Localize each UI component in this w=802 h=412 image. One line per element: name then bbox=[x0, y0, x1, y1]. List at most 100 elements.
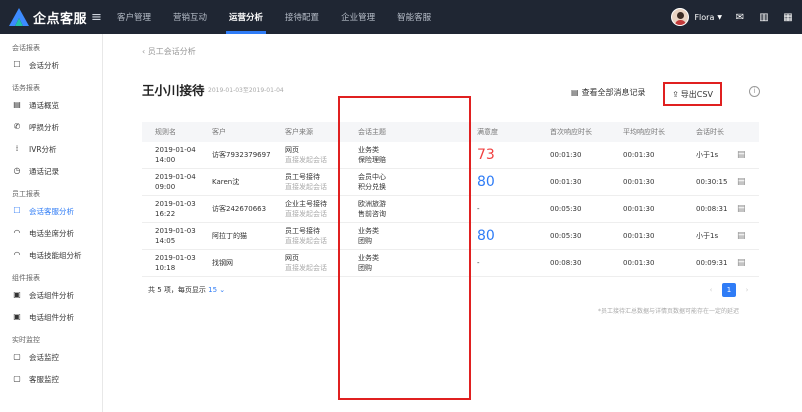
sidebar-item[interactable]: ▢ 会话监控 bbox=[0, 346, 102, 368]
sidebar-item-label: 会话监控 bbox=[29, 352, 59, 362]
export-icon: ⇪ bbox=[672, 89, 679, 99]
chat-detail-icon[interactable]: ▤ bbox=[737, 258, 746, 268]
topic-cell-line2: 团购 bbox=[358, 264, 372, 272]
topic-cell-line1: 欧洲旅游 bbox=[358, 200, 386, 208]
sidebar-item[interactable]: ▣ 会话组件分析 bbox=[0, 284, 102, 306]
first-response-cell: 00:01:30 bbox=[550, 178, 582, 186]
sidebar-item[interactable]: ▢ 客服监控 bbox=[0, 368, 102, 390]
page-number[interactable]: 1 bbox=[722, 283, 736, 297]
sidebar-item[interactable]: ◠ 电话坐席分析 bbox=[0, 222, 102, 244]
customer-cell: 访客7932379697 bbox=[212, 151, 271, 159]
sidebar-group-label: 实时监控 bbox=[12, 336, 40, 344]
sidebar-item-label: 通话记录 bbox=[29, 166, 59, 176]
sidebar-item[interactable]: ▤ 通话概览 bbox=[0, 94, 102, 116]
widget-chat-icon: ▣ bbox=[13, 290, 21, 299]
view-all-messages-button[interactable]: ▤ 查看全部消息记录 bbox=[571, 87, 646, 98]
nav-item-3[interactable]: 运营分析 bbox=[218, 0, 274, 34]
table-row: 2019-01-03 14:05 阿拉丁的猫 员工号接待 直接发起会话 业务类 团购 80 00… bbox=[142, 223, 759, 250]
satisfaction-cell: 80 bbox=[464, 174, 537, 190]
sidebar-item[interactable]: ◷ 通话记录 bbox=[0, 160, 102, 182]
nav-item-4[interactable]: 接待配置 bbox=[274, 0, 330, 34]
grid-icon[interactable]: ▦ bbox=[782, 12, 794, 23]
table-summary: 共 5 项，每页显示 15 ⌄ bbox=[148, 285, 225, 295]
mail-icon[interactable]: ✉ bbox=[734, 12, 746, 23]
time-cell: 2019-01-03 16:22 bbox=[142, 199, 199, 219]
sidebar-item[interactable]: ☐ 会话客服分析 bbox=[0, 200, 102, 222]
page-size-select[interactable]: 15 ⌄ bbox=[208, 286, 225, 294]
customer-cell: Karen沈 bbox=[212, 178, 240, 186]
table-row: 2019-01-04 14:00 访客7932379697 网页 直接发起会话 业务类 保险… bbox=[142, 142, 759, 169]
source-cell-line1: 企业主号接待 bbox=[285, 200, 327, 208]
agent-chat-icon: ☐ bbox=[13, 206, 21, 215]
topic-cell: 会员中心 积分兑换 bbox=[345, 172, 464, 192]
topic-cell-line1: 业务类 bbox=[358, 227, 379, 235]
table-header: 规则名 客户 客户来源 会话主题 满意度 首次响应时长 平均响应时长 会话时长 bbox=[142, 122, 759, 142]
chat-detail-cell: ▤ bbox=[737, 231, 759, 241]
logo-icon bbox=[9, 8, 29, 26]
chat-detail-icon[interactable]: ▤ bbox=[737, 177, 746, 187]
back-icon[interactable]: ‹ bbox=[142, 47, 145, 56]
satisfaction-cell: 80 bbox=[464, 228, 537, 244]
column-header: 客户 bbox=[212, 128, 226, 136]
time-cell-line2: 14:00 bbox=[155, 156, 176, 164]
user-name[interactable]: Flora bbox=[694, 13, 714, 22]
time-cell-line1: 2019-01-04 bbox=[155, 173, 196, 181]
export-csv-button[interactable]: ⇪ 导出CSV bbox=[663, 82, 722, 106]
satisfaction-value: - bbox=[477, 259, 480, 267]
sidebar-item-label: 会话客服分析 bbox=[29, 206, 74, 216]
sidebar-item[interactable]: ▣ 电话组件分析 bbox=[0, 306, 102, 328]
chat-detail-cell: ▤ bbox=[737, 150, 759, 160]
topic-cell-line2: 积分兑换 bbox=[358, 183, 386, 191]
brand-logo[interactable]: 企点客服 ≡ bbox=[0, 0, 112, 34]
sidebar-item-label: IVR分析 bbox=[29, 144, 57, 154]
topic-cell-line2: 团购 bbox=[358, 237, 372, 245]
chat-analysis-icon: ☐ bbox=[13, 60, 21, 69]
satisfaction-value: - bbox=[477, 205, 480, 213]
sidebar-item[interactable]: ⁞ IVR分析 bbox=[0, 138, 102, 160]
sidebar-item-label: 电话坐席分析 bbox=[29, 228, 74, 238]
widget-phone-icon: ▣ bbox=[13, 312, 21, 321]
nav-item-1[interactable]: 客户管理 bbox=[106, 0, 162, 34]
chat-detail-icon[interactable]: ▤ bbox=[737, 150, 746, 160]
prev-page-icon[interactable]: ‹ bbox=[704, 286, 718, 294]
breadcrumb-label[interactable]: 员工会话分析 bbox=[148, 47, 196, 56]
sidebar-group-label: 员工报表 bbox=[12, 190, 40, 198]
sidebar-item-label: 呼损分析 bbox=[29, 122, 59, 132]
sidebar-group-label: 组件报表 bbox=[12, 274, 40, 282]
nav-item-5[interactable]: 企业管理 bbox=[330, 0, 386, 34]
info-icon[interactable]: i bbox=[749, 86, 760, 97]
sidebar-group-label: 会话报表 bbox=[12, 44, 40, 52]
monitor-agent-icon: ▢ bbox=[13, 374, 21, 383]
sidebar: 会话报表 ☐ 会话分析 话务报表 ▤ 通话概览 ✆ 呼损分析 ⁞ IVR分析 ◷ 通话记录 员工报表 ☐ 会… bbox=[0, 34, 103, 412]
time-cell-line2: 10:18 bbox=[155, 264, 176, 272]
column-header: 客户来源 bbox=[285, 128, 313, 136]
next-page-icon[interactable]: › bbox=[740, 286, 754, 294]
sidebar-item[interactable]: ✆ 呼损分析 bbox=[0, 116, 102, 138]
chat-detail-icon[interactable]: ▤ bbox=[737, 231, 746, 241]
sidebar-item[interactable]: ◠ 电话技能组分析 bbox=[0, 244, 102, 266]
topic-cell: 业务类 团购 bbox=[345, 226, 464, 246]
top-bar: 企点客服 ≡ 客户管理 营销互动 运营分析 接待配置 企业管理 智能客服 Flora ▼ … bbox=[0, 0, 802, 34]
caret-down-icon[interactable]: ▼ bbox=[717, 14, 722, 21]
satisfaction-value: 73 bbox=[477, 147, 495, 163]
source-cell-line2: 直接发起会话 bbox=[285, 264, 327, 272]
breadcrumb[interactable]: ‹ 员工会话分析 bbox=[142, 46, 196, 57]
topic-cell: 业务类 保险理赔 bbox=[345, 145, 464, 165]
sidebar-item[interactable]: ☐ 会话分析 bbox=[0, 54, 102, 76]
sidebar-item-label: 电话技能组分析 bbox=[29, 250, 82, 260]
avatar[interactable] bbox=[671, 8, 690, 26]
source-cell: 企业主号接待 直接发起会话 bbox=[272, 199, 345, 219]
nav-item-2[interactable]: 营销互动 bbox=[162, 0, 218, 34]
menu-icon[interactable]: ≡ bbox=[91, 10, 102, 25]
book-icon[interactable]: ▥ bbox=[758, 12, 770, 23]
satisfaction-cell: 73 bbox=[464, 147, 537, 163]
first-response-cell: 00:05:30 bbox=[550, 232, 582, 240]
source-cell-line2: 直接发起会话 bbox=[285, 156, 327, 164]
duration-cell: 00:09:31 bbox=[696, 259, 728, 267]
brand-name: 企点客服 bbox=[33, 11, 88, 27]
chat-detail-icon[interactable]: ▤ bbox=[737, 204, 746, 214]
duration-cell: 小于1s bbox=[696, 232, 719, 240]
customer-cell: 阿拉丁的猫 bbox=[212, 232, 247, 240]
nav-item-6[interactable]: 智能客服 bbox=[386, 0, 442, 34]
headset-icon: ◠ bbox=[13, 228, 21, 237]
